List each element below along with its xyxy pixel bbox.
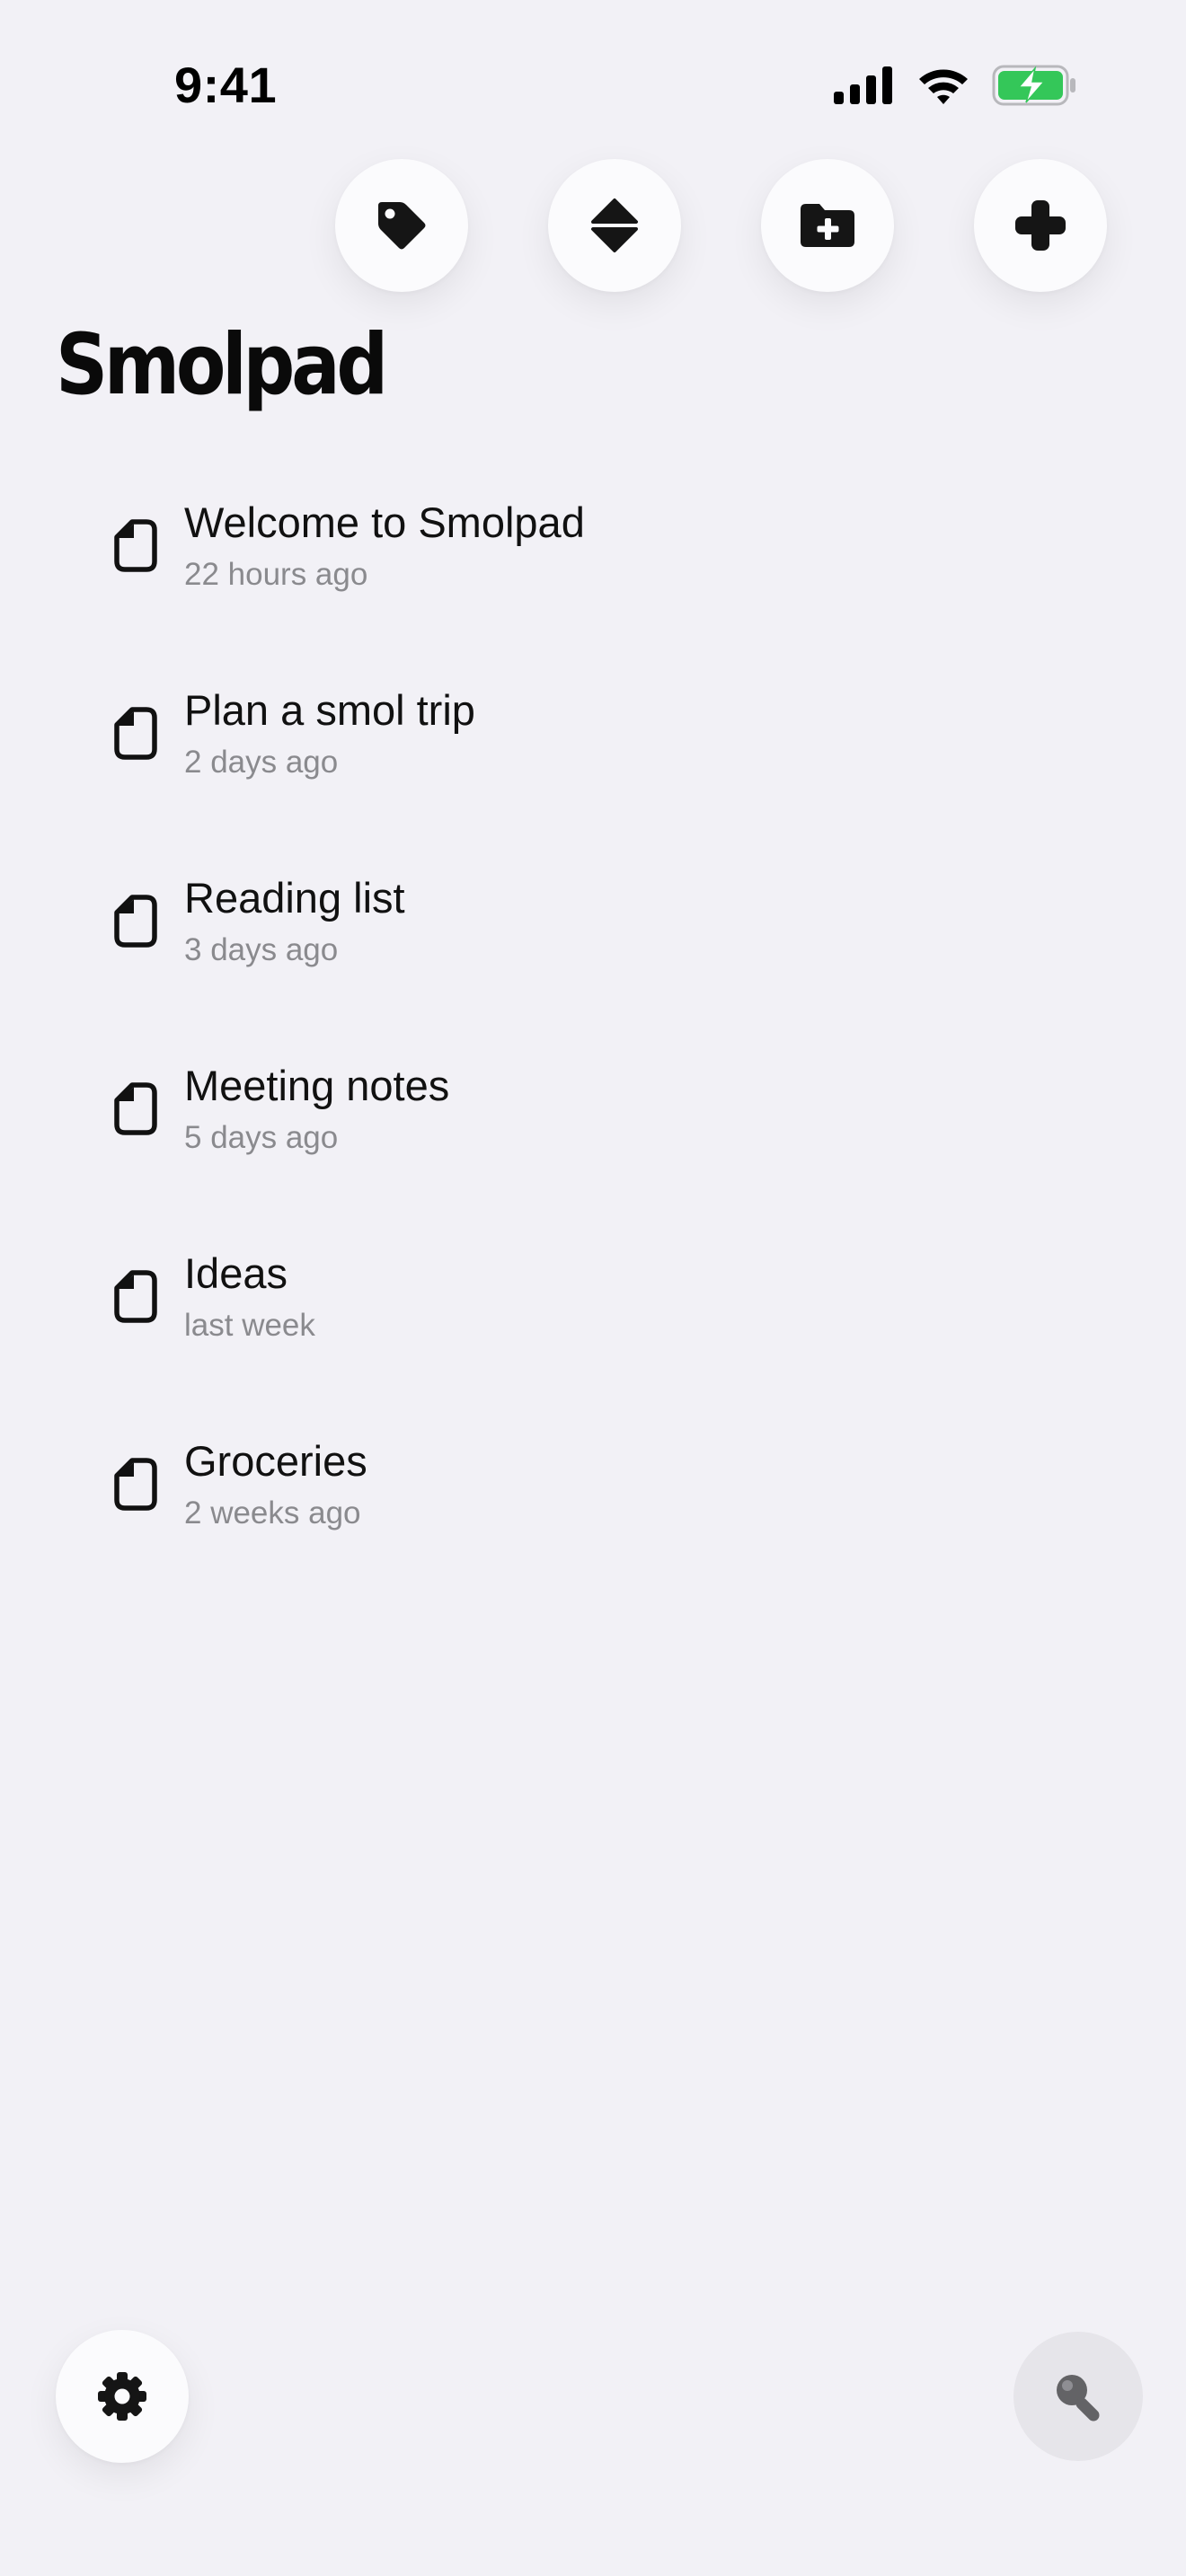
note-title: Groceries bbox=[184, 1437, 367, 1485]
wifi-icon bbox=[919, 69, 968, 104]
note-title: Plan a smol trip bbox=[184, 686, 475, 734]
cellular-signal-icon bbox=[834, 66, 892, 104]
list-item[interactable]: Reading list 3 days ago bbox=[0, 851, 1186, 1039]
note-timestamp: 2 days ago bbox=[184, 745, 339, 780]
document-icon bbox=[114, 1082, 157, 1135]
sort-button[interactable] bbox=[548, 159, 681, 292]
page-title: Smolpad bbox=[56, 316, 388, 414]
new-note-button[interactable] bbox=[974, 159, 1107, 292]
note-timestamp: 22 hours ago bbox=[184, 557, 368, 592]
notes-list: Welcome to Smolpad 22 hours ago Plan a s… bbox=[0, 476, 1186, 1602]
note-title: Welcome to Smolpad bbox=[184, 498, 585, 546]
status-time: 9:41 bbox=[174, 57, 278, 113]
list-item[interactable]: Ideas last week bbox=[0, 1227, 1186, 1415]
document-icon bbox=[114, 1458, 157, 1511]
sort-icon bbox=[591, 198, 638, 252]
tag-icon bbox=[378, 202, 426, 250]
list-item[interactable]: Plan a smol trip 2 days ago bbox=[0, 664, 1186, 851]
note-timestamp: 5 days ago bbox=[184, 1120, 339, 1155]
note-title: Reading list bbox=[184, 874, 405, 922]
note-title: Ideas bbox=[184, 1249, 288, 1297]
document-icon bbox=[114, 895, 157, 948]
document-icon bbox=[114, 519, 157, 572]
folder-plus-icon bbox=[801, 204, 854, 247]
search-button[interactable] bbox=[1013, 2332, 1143, 2461]
document-icon bbox=[114, 707, 157, 760]
new-folder-button[interactable] bbox=[761, 159, 894, 292]
status-bar: 9:41 bbox=[0, 0, 1186, 171]
battery-charging-icon bbox=[992, 65, 1075, 106]
gear-icon bbox=[98, 2372, 146, 2421]
note-timestamp: 2 weeks ago bbox=[184, 1495, 361, 1531]
plus-icon bbox=[1015, 200, 1066, 251]
list-item[interactable]: Meeting notes 5 days ago bbox=[0, 1039, 1186, 1227]
list-item[interactable]: Groceries 2 weeks ago bbox=[0, 1415, 1186, 1602]
document-icon bbox=[114, 1270, 157, 1323]
tags-button[interactable] bbox=[335, 159, 468, 292]
list-item[interactable]: Welcome to Smolpad 22 hours ago bbox=[0, 476, 1186, 664]
status-icons bbox=[834, 63, 1078, 108]
search-icon bbox=[1057, 2375, 1100, 2422]
settings-button[interactable] bbox=[56, 2330, 189, 2463]
note-timestamp: 3 days ago bbox=[184, 932, 339, 967]
note-title: Meeting notes bbox=[184, 1062, 450, 1109]
note-timestamp: last week bbox=[184, 1308, 315, 1343]
